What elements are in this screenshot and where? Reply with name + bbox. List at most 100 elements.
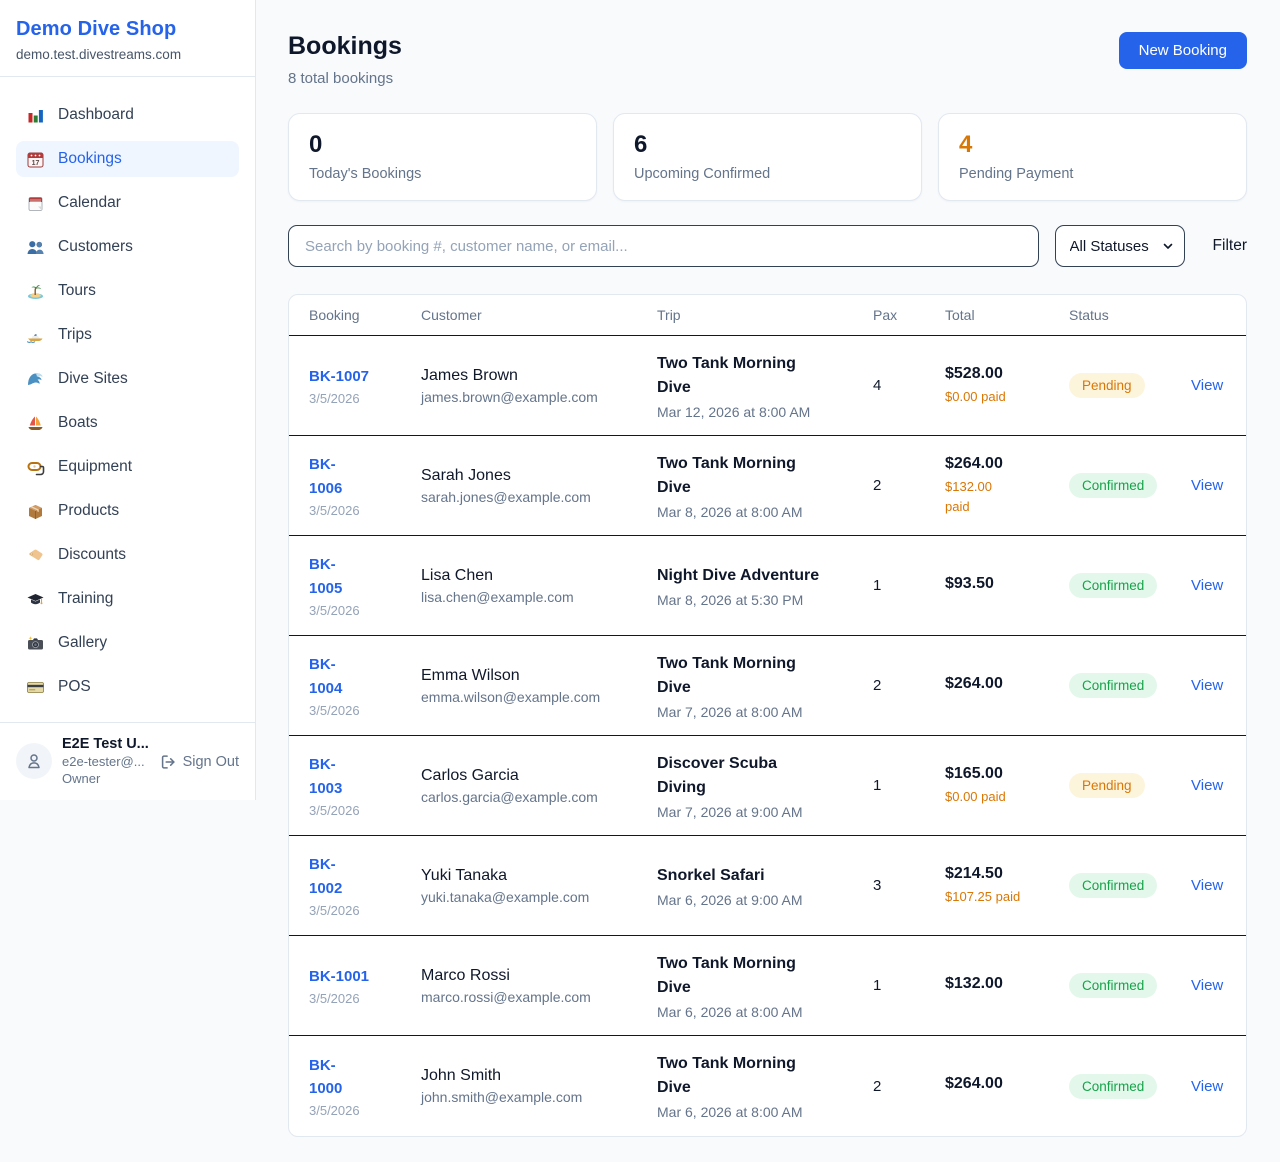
booking-id-link[interactable]: BK- 1006 [309,453,421,500]
sidebar-item-bookings[interactable]: 17 Bookings [16,141,239,177]
booking-date: 3/5/2026 [309,991,421,1006]
page-header: Bookings 8 total bookings New Booking [288,32,1247,87]
sidebar-item-calendar[interactable]: Calendar [16,185,239,221]
total-amount: $93.50 [945,575,1069,593]
booking-cell: BK- 1005 3/5/2026 [309,553,421,618]
trip-cell: Night Dive Adventure Mar 8, 2026 at 5:30… [657,564,873,608]
total-amount: $214.50 [945,865,1069,883]
status-badge: Confirmed [1069,473,1157,498]
page-title: Bookings [288,32,402,61]
booking-id-link[interactable]: BK- 1000 [309,1054,421,1101]
trip-name: Two Tank Morning Dive [657,652,873,700]
users-icon [26,238,45,257]
total-amount: $528.00 [945,365,1069,383]
view-link[interactable]: View [1191,777,1226,794]
booking-date: 3/5/2026 [309,503,421,518]
view-link[interactable]: View [1191,477,1226,494]
sidebar-item-pos[interactable]: POS [16,669,239,705]
view-link[interactable]: View [1191,377,1226,394]
main-content: Bookings 8 total bookings New Booking 0 … [256,0,1280,1162]
customer-name: Lisa Chen [421,567,657,585]
table-row: BK- 1002 3/5/2026 Yuki Tanaka yuki.tanak… [289,836,1246,936]
pax-value: 1 [873,777,945,794]
booking-id-link[interactable]: BK- 1002 [309,853,421,900]
sidebar-item-label: Bookings [58,150,122,168]
island-icon [26,282,45,301]
customer-cell: Sarah Jones sarah.jones@example.com [421,467,657,505]
booking-date: 3/5/2026 [309,391,421,406]
customer-email: lisa.chen@example.com [421,589,657,605]
status-select[interactable]: All Statuses [1055,225,1185,267]
page-subtitle: 8 total bookings [288,70,402,87]
stat-card-upcoming-confirmed: 6 Upcoming Confirmed [613,113,922,201]
sidebar-item-discounts[interactable]: Discounts [16,537,239,573]
sidebar-item-equipment[interactable]: Equipment [16,449,239,485]
col-status: Status [1069,307,1191,323]
customer-email: james.brown@example.com [421,389,657,405]
status-cell: Confirmed [1069,1074,1191,1099]
trip-datetime: Mar 8, 2026 at 8:00 AM [657,504,873,520]
search-input[interactable] [288,225,1039,267]
avatar [16,743,52,779]
status-badge: Confirmed [1069,573,1157,598]
table-row: BK- 1004 3/5/2026 Emma Wilson emma.wilso… [289,636,1246,736]
sidebar-item-dive-sites[interactable]: Dive Sites [16,361,239,397]
view-link[interactable]: View [1191,1078,1226,1095]
booking-id-link[interactable]: BK-1001 [309,965,421,988]
trip-cell: Two Tank Morning Dive Mar 6, 2026 at 8:0… [657,952,873,1020]
view-link[interactable]: View [1191,677,1226,694]
booking-id-link[interactable]: BK- 1005 [309,553,421,600]
pax-value: 2 [873,677,945,694]
tag-icon [26,546,45,565]
table-row: BK- 1003 3/5/2026 Carlos Garcia carlos.g… [289,736,1246,836]
stat-card-pending-payment: 4 Pending Payment [938,113,1247,201]
booking-id-link[interactable]: BK- 1003 [309,753,421,800]
sailboat-icon [26,414,45,433]
svg-text:17: 17 [32,160,40,167]
trip-name: Night Dive Adventure [657,564,873,588]
booking-id-link[interactable]: BK-1007 [309,365,421,388]
booking-date: 3/5/2026 [309,803,421,818]
sign-out-icon [159,753,177,771]
sidebar-item-label: Tours [58,282,96,300]
booking-cell: BK-1001 3/5/2026 [309,965,421,1006]
sidebar-item-label: Calendar [58,194,121,212]
sidebar-item-tours[interactable]: Tours [16,273,239,309]
camera-icon [26,634,45,653]
sidebar-item-label: Training [58,590,113,608]
sidebar-item-boats[interactable]: Boats [16,405,239,441]
total-cell: $132.00 [945,975,1069,997]
sign-out-button[interactable]: Sign Out [159,753,239,771]
sidebar-item-trips[interactable]: Trips [16,317,239,353]
booking-cell: BK- 1002 3/5/2026 [309,853,421,918]
calendar-date-icon: 17 [26,150,45,169]
sidebar-item-customers[interactable]: Customers [16,229,239,265]
speedboat-icon [26,326,45,345]
total-cell: $528.00 $0.00 paid [945,365,1069,407]
stat-value: 0 [309,131,576,159]
status-cell: Confirmed [1069,673,1191,698]
sidebar-item-training[interactable]: Training [16,581,239,617]
status-cell: Confirmed [1069,573,1191,598]
status-badge: Pending [1069,373,1145,398]
sidebar-item-label: Equipment [58,458,132,476]
view-link[interactable]: View [1191,577,1226,594]
pax-value: 2 [873,477,945,494]
booking-id-link[interactable]: BK- 1004 [309,653,421,700]
customer-email: emma.wilson@example.com [421,689,657,705]
sidebar-item-gallery[interactable]: Gallery [16,625,239,661]
col-pax: Pax [873,307,945,323]
trip-datetime: Mar 7, 2026 at 8:00 AM [657,704,873,720]
sidebar-item-label: Customers [58,238,133,256]
customer-email: john.smith@example.com [421,1089,657,1105]
sidebar-item-products[interactable]: Products [16,493,239,529]
new-booking-button[interactable]: New Booking [1119,32,1247,69]
filter-button[interactable]: Filter [1213,237,1247,255]
view-link[interactable]: View [1191,877,1226,894]
sign-out-label: Sign Out [183,754,239,770]
customer-name: John Smith [421,1067,657,1085]
sidebar-item-dashboard[interactable]: Dashboard [16,97,239,133]
customer-name: Marco Rossi [421,967,657,985]
view-link[interactable]: View [1191,977,1226,994]
customer-cell: Yuki Tanaka yuki.tanaka@example.com [421,867,657,905]
